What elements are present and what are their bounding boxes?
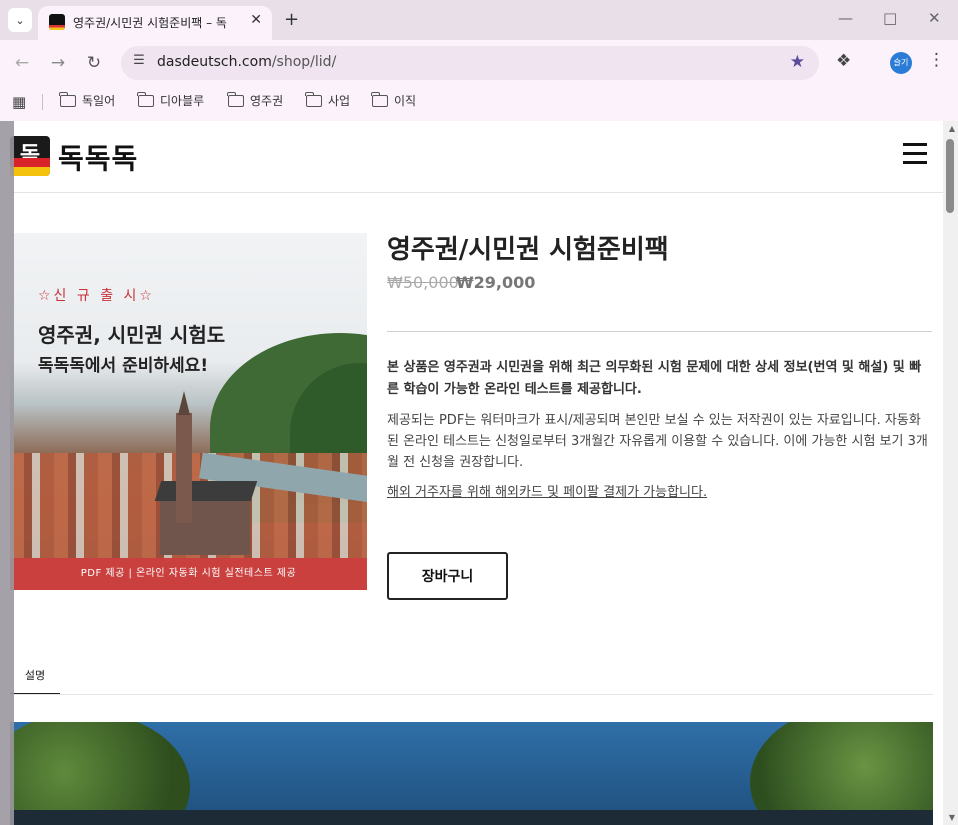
folder-icon <box>137 91 154 107</box>
bookmark-star-icon[interactable]: ★ <box>790 52 805 72</box>
payment-info-link[interactable]: 해외 거주자를 위해 해외카드 및 페이팔 결제가 가능합니다. <box>387 481 707 500</box>
folder-icon <box>227 91 244 107</box>
folder-icon <box>59 91 76 107</box>
bookmarks-separator <box>42 94 43 110</box>
page-viewport: 독 독독독 ☆신 규 출 시☆ 영주권, 시민권 시험도 독독독에서 준비하세요… <box>0 121 958 825</box>
image-church <box>160 493 250 555</box>
flag-yellow-stripe <box>10 167 50 176</box>
tab-title: 영주권/시민권 시험준비팩 – 독 <box>73 16 227 30</box>
address-bar[interactable]: ☰ dasdeutsch.com/shop/lid/ ★ <box>121 46 819 80</box>
browser-toolbar: ← → ↻ ☰ dasdeutsch.com/shop/lid/ ★ ❖ 슬기 … <box>0 40 958 86</box>
promo-headline: 영주권, 시민권 시험도 <box>38 323 226 347</box>
product-image[interactable]: ☆신 규 출 시☆ 영주권, 시민권 시험도 독독독에서 준비하세요! PDF … <box>10 233 367 590</box>
extensions-puzzle-icon[interactable]: ❖ <box>836 51 851 71</box>
site-favicon-icon <box>49 14 65 30</box>
divider <box>387 331 932 332</box>
flag-red-stripe <box>10 158 50 167</box>
browser-chrome: ⌄ 영주권/시민권 시험준비팩 – 독 ✕ + — □ ✕ ← → ↻ ☰ da… <box>0 0 958 121</box>
bookmarks-bar: ▦ 독일어 디아블루 영주권 사업 이직 <box>0 86 958 120</box>
sale-price: ₩29,000 <box>456 273 536 292</box>
maximize-icon[interactable]: □ <box>883 9 897 27</box>
tabs-divider <box>10 694 933 695</box>
promo-bottom-bar: PDF 제공 | 온라인 자동화 시험 실전테스트 제공 <box>10 558 367 590</box>
bookmark-label: 이직 <box>394 94 417 108</box>
close-window-icon[interactable]: ✕ <box>928 9 941 27</box>
minimize-icon[interactable]: — <box>838 9 853 27</box>
add-to-cart-button[interactable]: 장바구니 <box>387 552 508 600</box>
site-info-icon[interactable]: ☰ <box>129 53 149 73</box>
folder-icon <box>371 91 388 107</box>
tab-search-button[interactable]: ⌄ <box>8 8 32 32</box>
image-church-tower <box>176 413 192 523</box>
back-arrow-icon[interactable]: ← <box>12 53 32 73</box>
bookmark-folder-residence[interactable]: 영주권 <box>227 91 284 109</box>
image-church-spire <box>178 391 190 415</box>
tab-strip: ⌄ 영주권/시민권 시험준비팩 – 독 ✕ + — □ ✕ <box>0 0 958 40</box>
url-path: /shop/lid/ <box>271 54 337 70</box>
bookmark-label: 사업 <box>328 94 351 108</box>
scroll-up-arrow-icon[interactable]: ▲ <box>949 124 955 133</box>
product-description: 제공되는 PDF는 워터마크가 표시/제공되며 본인만 보실 수 있는 저작권이… <box>387 413 928 470</box>
reload-icon[interactable]: ↻ <box>84 53 104 73</box>
bookmark-label: 영주권 <box>250 94 284 108</box>
tab-description[interactable]: 설명 <box>10 659 60 695</box>
chevron-down-icon: ⌄ <box>15 13 25 27</box>
folder-icon <box>305 91 322 107</box>
browser-tab-active[interactable]: 영주권/시민권 시험준비팩 – 독 ✕ <box>38 6 272 40</box>
product-summary: 본 상품은 영주권과 시민권을 위해 최근 의무화된 시험 문제에 대한 상세 … <box>387 360 922 397</box>
site-logo-icon[interactable]: 독 <box>10 136 50 176</box>
bookmark-label: 디아블루 <box>160 94 205 108</box>
left-edge-shade <box>0 121 14 825</box>
bookmark-folder-jobchange[interactable]: 이직 <box>371 91 417 109</box>
bookmark-folder-diablo[interactable]: 디아블루 <box>137 91 205 109</box>
description-banner-image <box>10 722 933 825</box>
banner-dark-strip <box>10 810 933 825</box>
more-menu-icon[interactable]: ⋮ <box>928 50 945 70</box>
product-title: 영주권/시민권 시험준비팩 <box>387 235 669 265</box>
url-text[interactable]: dasdeutsch.com/shop/lid/ <box>157 54 336 70</box>
url-host: dasdeutsch.com <box>157 54 272 70</box>
original-price: ₩50,000 <box>387 273 459 292</box>
apps-grid-icon[interactable]: ▦ <box>12 93 26 111</box>
hamburger-menu-icon[interactable] <box>903 143 927 165</box>
scroll-thumb[interactable] <box>946 139 954 213</box>
bookmark-folder-german[interactable]: 독일어 <box>59 91 116 109</box>
promo-new-release: ☆신 규 출 시☆ <box>38 288 155 304</box>
new-tab-button[interactable]: + <box>284 9 299 30</box>
site-header: 독 독독독 <box>0 121 943 193</box>
close-tab-icon[interactable]: ✕ <box>250 12 262 28</box>
bookmark-folder-business[interactable]: 사업 <box>305 91 351 109</box>
site-logo-text[interactable]: 독독독 <box>58 137 138 177</box>
promo-subheadline: 독독독에서 준비하세요! <box>38 356 209 376</box>
scroll-down-arrow-icon[interactable]: ▼ <box>949 813 955 822</box>
bookmark-label: 독일어 <box>82 94 116 108</box>
profile-avatar[interactable]: 슬기 <box>890 52 912 74</box>
image-church-roof <box>154 481 258 501</box>
forward-arrow-icon[interactable]: → <box>48 53 68 73</box>
page-scrollbar[interactable]: ▲ ▼ <box>943 121 958 825</box>
